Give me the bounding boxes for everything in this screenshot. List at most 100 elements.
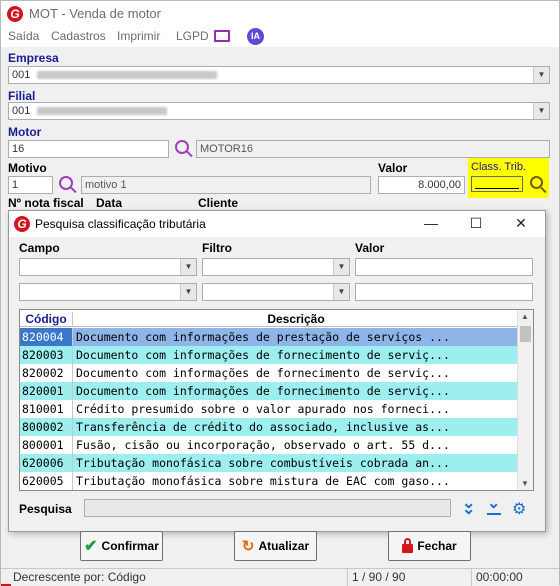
table-row[interactable]: 820003 Documento com informações de forne… (20, 346, 518, 364)
cell-codigo: 820001 (20, 382, 73, 400)
cell-codigo: 820003 (20, 346, 73, 364)
valor-filter-label: Valor (355, 241, 385, 255)
empresa-label: Empresa (8, 51, 59, 65)
maximize-icon[interactable]: ☐ (466, 215, 486, 233)
data-label: Data (96, 196, 123, 210)
table-row[interactable]: 620005 Tributação monofásica sobre mistur… (20, 472, 518, 490)
valor-label: Valor (378, 161, 408, 175)
cell-codigo: 820002 (20, 364, 73, 382)
chevron-down-icon[interactable]: ▼ (333, 259, 349, 275)
class-trib-highlight: Class. Trib. (468, 158, 549, 198)
dialog-title: Pesquisa classificação tributária (35, 217, 206, 231)
close-icon[interactable]: ✕ (511, 215, 531, 233)
lock-icon (402, 537, 414, 553)
chevron-down-icon[interactable]: ▼ (333, 284, 349, 300)
filtro-select-2[interactable]: ▼ (202, 283, 350, 301)
cell-codigo: 820004 (20, 328, 73, 346)
atualizar-label: Atualizar (258, 539, 310, 553)
menu-bar: Saída Cadastros Imprimir LGPD IA (1, 27, 559, 47)
valor-value: 8.000,00 (418, 179, 461, 191)
chevron-down-icon[interactable]: ▼ (180, 284, 196, 300)
grid-scrollbar[interactable]: ▲ ▼ (517, 310, 533, 490)
status-position: 1 / 90 / 90 (352, 570, 406, 584)
class-trib-label: Class. Trib. (471, 161, 527, 173)
menu-cadastros[interactable]: Cadastros (51, 29, 106, 43)
settings-gear-icon[interactable]: ⚙ (512, 499, 526, 519)
cell-descricao: Tributação monofásica sobre mistura de E… (76, 474, 450, 488)
cell-codigo: 800002 (20, 418, 73, 436)
motivo-label: Motivo (8, 161, 47, 175)
refresh-icon: ↻ (241, 538, 255, 555)
cell-descricao: Crédito presumido sobre o valor apurado … (76, 402, 450, 416)
confirmar-button[interactable]: ✔ Confirmar (80, 531, 163, 561)
dialog-logo-icon: G (14, 216, 30, 232)
fechar-label: Fechar (417, 539, 457, 553)
chevron-down-icon[interactable]: ▼ (180, 259, 196, 275)
cell-codigo: 620005 (20, 472, 73, 490)
cell-descricao: Fusão, cisão ou incorporação, observado … (76, 438, 450, 452)
chevron-down-icon[interactable]: ▼ (533, 67, 549, 83)
motivo-desc-text: motivo 1 (85, 179, 127, 191)
menu-imprimir[interactable]: Imprimir (117, 29, 160, 43)
class-trib-input[interactable] (471, 176, 523, 192)
filtro-label: Filtro (202, 241, 232, 255)
expand-down-icon[interactable]: ⌄ (487, 496, 500, 512)
cell-codigo: 810001 (20, 400, 73, 418)
filtro-select-1[interactable]: ▼ (202, 258, 350, 276)
chevron-down-icon[interactable]: ▼ (533, 103, 549, 119)
valor-filter-input-2[interactable] (355, 283, 533, 301)
status-bar: Decrescente por: Código 1 / 90 / 90 00:0… (1, 568, 559, 586)
results-grid[interactable]: Código Descrição 820004 Documento com inf… (19, 309, 534, 491)
cell-descricao: Documento com informações de forneciment… (76, 348, 450, 362)
scroll-thumb[interactable] (520, 326, 531, 342)
status-time: 00:00:00 (476, 570, 523, 584)
motor-input[interactable]: 16 (8, 140, 169, 158)
table-row[interactable]: 800001 Fusão, cisão ou incorporação, obse… (20, 436, 518, 454)
menu-lgpd[interactable]: LGPD (176, 29, 209, 43)
col-header-codigo[interactable]: Código (20, 312, 73, 327)
menu-saida[interactable]: Saída (8, 29, 39, 43)
status-order: Decrescente por: Código (13, 570, 146, 584)
motor-label: Motor (8, 125, 42, 139)
scroll-up-icon[interactable]: ▲ (521, 312, 529, 321)
filial-select[interactable]: 001 ▼ (8, 102, 550, 120)
table-row[interactable]: 800002 Transferência de crédito do associ… (20, 418, 518, 436)
scroll-down-icon[interactable]: ▼ (521, 479, 529, 488)
minimize-icon[interactable]: — (421, 215, 441, 233)
valor-input[interactable]: 8.000,00 (378, 176, 465, 194)
table-row[interactable]: 810001 Crédito presumido sobre o valor ap… (20, 400, 518, 418)
title-bar: G MOT - Venda de motor (1, 1, 559, 27)
atualizar-button[interactable]: ↻ Atualizar (234, 531, 317, 561)
motivo-description: motivo 1 (81, 176, 371, 194)
valor-filter-input-1[interactable] (355, 258, 533, 276)
motivo-value: 1 (12, 179, 19, 191)
motor-description: MOTOR16 (196, 140, 550, 158)
campo-select-1[interactable]: ▼ (19, 258, 197, 276)
table-row[interactable]: 620006 Tributação monofásica sobre combus… (20, 454, 518, 472)
campo-select-2[interactable]: ▼ (19, 283, 197, 301)
monitor-icon[interactable] (214, 30, 230, 42)
ia-icon[interactable]: IA (247, 28, 264, 45)
cell-codigo: 800001 (20, 436, 73, 454)
table-row[interactable]: 820002 Documento com informações de forne… (20, 364, 518, 382)
campo-label: Campo (19, 241, 60, 255)
motor-desc-text: MOTOR16 (200, 143, 253, 155)
empresa-value: 001 (12, 69, 31, 81)
table-row[interactable]: 820004 Documento com informações de prest… (20, 328, 518, 346)
cell-descricao: Tributação monofásica sobre combustíveis… (76, 456, 450, 470)
motor-value: 16 (12, 143, 25, 155)
motivo-input[interactable]: 1 (8, 176, 53, 194)
empresa-select[interactable]: 001 ▼ (8, 66, 550, 84)
dialog-title-bar: G Pesquisa classificação tributária — ☐ … (9, 211, 545, 237)
table-row[interactable]: 820001 Documento com informações de forne… (20, 382, 518, 400)
pesquisa-input[interactable] (84, 499, 451, 517)
cell-descricao: Documento com informações de forneciment… (76, 366, 450, 380)
filial-value: 001 (12, 105, 31, 117)
fechar-button[interactable]: Fechar (388, 531, 471, 561)
check-icon: ✔ (84, 538, 98, 555)
search-dialog: G Pesquisa classificação tributária — ☐ … (8, 210, 546, 532)
window-title: MOT - Venda de motor (29, 6, 161, 21)
filial-label: Filial (8, 89, 36, 103)
app-logo-icon: G (7, 6, 23, 22)
col-header-descricao[interactable]: Descrição (74, 312, 518, 326)
